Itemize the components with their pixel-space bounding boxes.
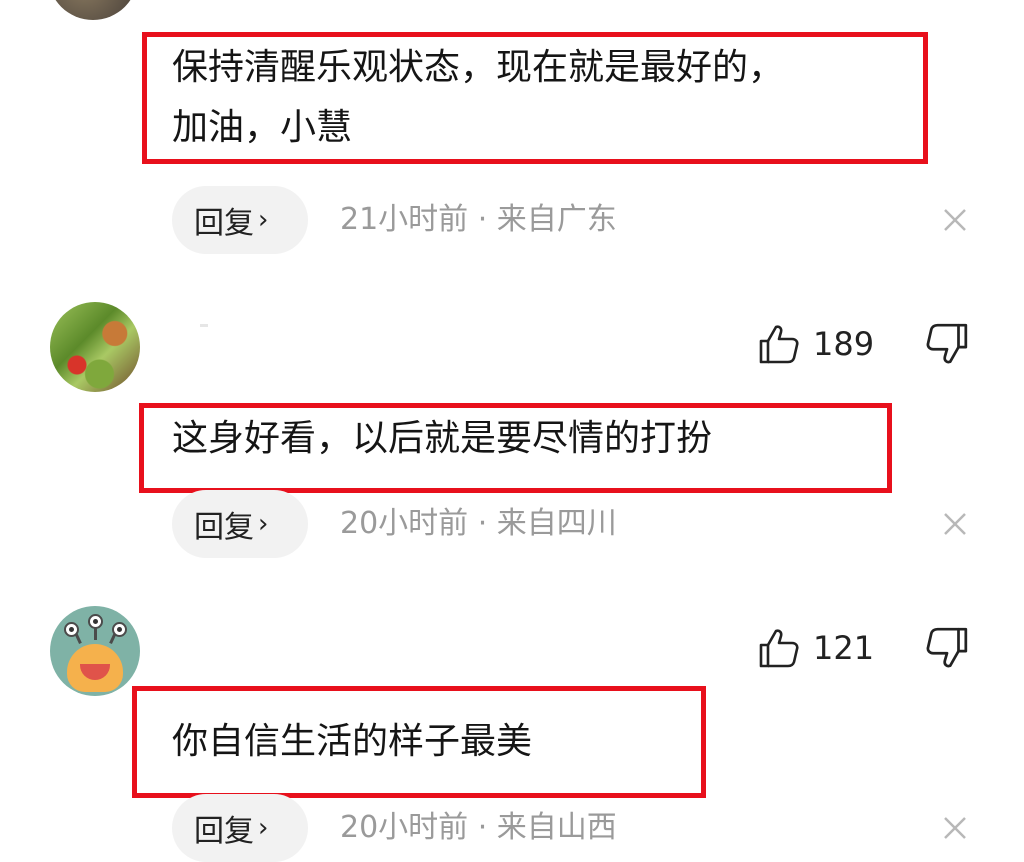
reply-button[interactable]: 回复 › [172, 186, 308, 254]
like-count: 121 [813, 629, 875, 667]
commenter-avatar[interactable] [50, 302, 140, 392]
comment-text: 这身好看，以后就是要尽情的打扮 [172, 418, 713, 459]
reply-label: 回复 [194, 206, 254, 241]
comment-text: 保持清醒乐观状态，现在就是最好的， 加油，小慧 [172, 47, 785, 148]
chevron-right-icon: › [258, 813, 269, 843]
chevron-right-icon: › [258, 509, 269, 539]
reply-label: 回复 [194, 814, 254, 849]
close-icon[interactable] [938, 811, 972, 845]
chevron-right-icon: › [258, 205, 269, 235]
thumbs-up-icon [759, 629, 799, 668]
comment-meta: 21小时前 · 来自广东 [340, 202, 617, 237]
like-count: 189 [813, 325, 875, 363]
commenter-avatar[interactable] [50, 606, 140, 696]
thumbs-up-icon [759, 325, 799, 364]
like-button[interactable]: 189 [757, 320, 874, 368]
close-icon[interactable] [938, 507, 972, 541]
comment-meta: 20小时前 · 来自四川 [340, 506, 617, 541]
thumbs-down-icon[interactable] [924, 321, 970, 367]
like-button[interactable]: 121 [757, 624, 874, 672]
reply-button[interactable]: 回复 › [172, 794, 308, 862]
reply-label: 回复 [194, 510, 254, 545]
comment-text: 你自信生活的样子最美 [172, 721, 533, 762]
commenter-name[interactable] [200, 324, 208, 327]
commenter-avatar[interactable] [48, 0, 138, 20]
thumbs-down-icon[interactable] [924, 625, 970, 671]
close-icon[interactable] [938, 203, 972, 237]
comment-meta: 20小时前 · 来自山西 [340, 810, 617, 845]
reply-button[interactable]: 回复 › [172, 490, 308, 558]
